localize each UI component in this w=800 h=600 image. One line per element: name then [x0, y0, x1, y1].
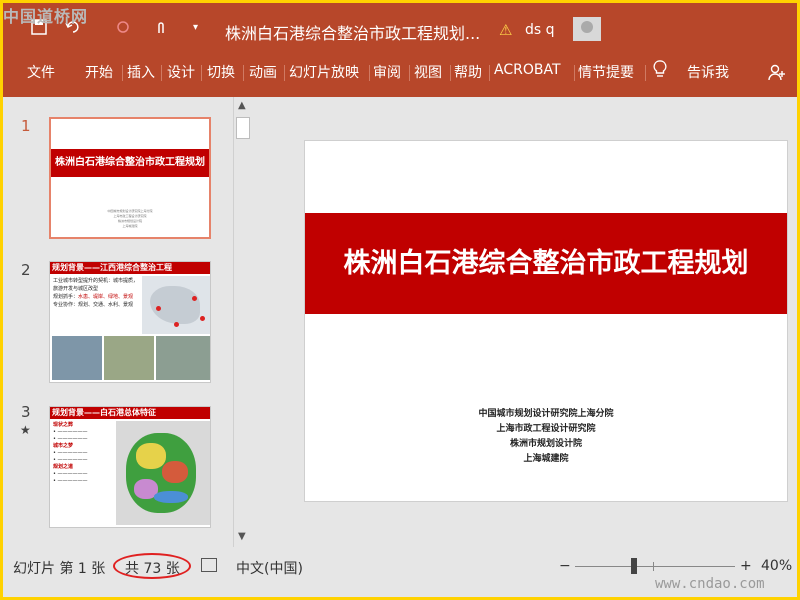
title-bar: ▾ 株洲白石港综合整治市政工程规划... ⚠ ds q 中国道桥网	[3, 3, 797, 43]
slide-number-2: 2	[21, 261, 31, 279]
scroll-down-icon[interactable]: ▼	[238, 531, 246, 542]
org-line: 上海市政工程设计研究院	[496, 424, 596, 434]
slide-number-3: 3	[21, 403, 31, 421]
redo-icon[interactable]	[115, 19, 131, 39]
scroll-up-icon[interactable]: ▲	[238, 100, 246, 111]
slide-subtitle[interactable]: 中国城市规划设计研究院上海分院 上海市政工程设计研究院 株洲市规划设计院 上海城…	[305, 407, 787, 467]
zoom-out-button[interactable]: −	[559, 558, 571, 574]
lightbulb-icon[interactable]	[653, 60, 667, 78]
thumb-body: 工业城市转型提升的契机：城市提质， 旅游开发与城区改型 规划抓手：水患、堤岸、绿…	[53, 278, 139, 308]
slide-title[interactable]: 株洲白石港综合整治市政工程规划	[305, 213, 787, 314]
tab-insert[interactable]: 插入	[127, 62, 155, 82]
thumb-map-image	[142, 276, 210, 334]
org-line: 株洲市规划设计院	[509, 439, 582, 449]
slide-thumbnail-2[interactable]: 规划背景——江西港综合整治工程 工业城市转型提升的契机：城市提质， 旅游开发与城…	[49, 261, 211, 383]
tab-design[interactable]: 设计	[167, 62, 195, 82]
zoom-level[interactable]: 40%	[761, 558, 792, 574]
thumb-title: 规划背景——江西港综合整治工程	[50, 262, 210, 274]
avatar[interactable]	[573, 17, 601, 41]
status-bar: 幻灯片 第 1 张 共 73 张 中文(中国) − + 40%	[3, 551, 797, 579]
user-name[interactable]: ds q	[525, 22, 555, 38]
watermark-top: 中国道桥网	[3, 7, 89, 26]
tab-slideshow[interactable]: 幻灯片放映	[289, 62, 359, 82]
language-indicator[interactable]: 中文(中国)	[236, 558, 303, 578]
thumb-photo	[104, 336, 154, 380]
org-line: 上海城建院	[523, 454, 569, 464]
zoom-slider[interactable]	[575, 566, 735, 567]
thumb-title: 规划背景——白石港总体特征	[50, 407, 210, 419]
tab-review[interactable]: 审阅	[373, 62, 401, 82]
customize-toolbar-icon[interactable]: ▾	[193, 22, 198, 33]
tab-file[interactable]: 文件	[27, 62, 55, 82]
notes-icon[interactable]	[201, 558, 217, 572]
slide-position: 幻灯片 第 1 张	[13, 561, 106, 577]
touch-mode-icon[interactable]	[153, 19, 169, 39]
thumb-photo	[156, 336, 210, 380]
thumb-orgs: 中国城市规划设计研究院上海分院 上海市政工程设计研究院 株洲市规划设计院 上海城…	[107, 209, 153, 228]
watermark-bottom: www.cndao.com	[655, 576, 765, 592]
org-line: 中国城市规划设计研究院上海分院	[478, 409, 614, 419]
zoom-in-button[interactable]: +	[740, 558, 752, 574]
tab-home[interactable]: 开始	[85, 62, 113, 82]
tab-transitions[interactable]: 切换	[207, 62, 235, 82]
slide-thumbnail-3[interactable]: 规划背景——白石港总体特征 现状之弊 • —————— • —————— 城市之…	[49, 406, 211, 528]
share-icon[interactable]	[768, 63, 786, 81]
ribbon: 文件 开始 插入 设计 切换 动画 幻灯片放映 审阅 视图 帮助 ACROBAT…	[3, 41, 797, 97]
thumbnail-scrollbar[interactable]: ▲ ▼	[233, 97, 251, 547]
animation-star-icon: ★	[20, 423, 31, 437]
tab-help[interactable]: 帮助	[454, 62, 482, 82]
tab-storyboard[interactable]: 情节提要	[578, 62, 634, 82]
tell-me-box[interactable]: 告诉我	[687, 62, 729, 82]
scrollbar-thumb[interactable]	[236, 117, 250, 139]
tab-acrobat[interactable]: ACROBAT	[494, 62, 561, 78]
watermark-bottom-bar: www.cndao.com	[3, 576, 797, 597]
thumb-body: 现状之弊 • —————— • —————— 城市之梦 • —————— • —…	[53, 422, 88, 484]
current-slide[interactable]: 株洲白石港综合整治市政工程规划 中国城市规划设计研究院上海分院 上海市政工程设计…	[304, 140, 788, 502]
zoom-slider-handle[interactable]	[631, 558, 637, 574]
tab-view[interactable]: 视图	[414, 62, 442, 82]
thumb-land-use-map	[116, 421, 210, 525]
slide-number-1: 1	[21, 117, 31, 135]
tab-animations[interactable]: 动画	[249, 62, 277, 82]
warning-icon[interactable]: ⚠	[499, 21, 512, 39]
slide-thumbnail-1[interactable]: 株洲白石港综合整治市政工程规划 中国城市规划设计研究院上海分院 上海市政工程设计…	[49, 117, 211, 239]
powerpoint-window: ▾ 株洲白石港综合整治市政工程规划... ⚠ ds q 中国道桥网 文件 开始 …	[3, 3, 797, 597]
thumb-photo	[52, 336, 102, 380]
thumb-title: 株洲白石港综合整治市政工程规划	[51, 149, 209, 177]
